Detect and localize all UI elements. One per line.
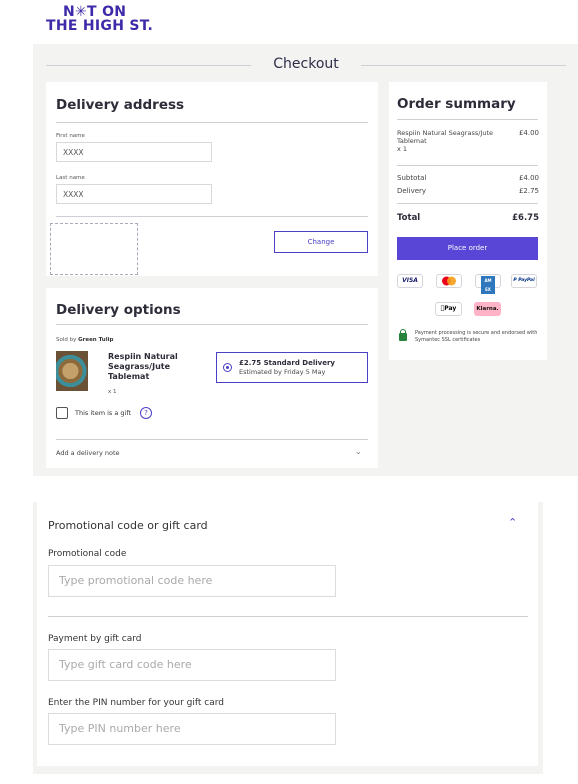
divider xyxy=(397,119,538,120)
delivery-row: Delivery £2.75 xyxy=(397,187,539,195)
promo-background: Promotional code or gift card ⌃ Promotio… xyxy=(33,502,543,774)
delivery-radio-selected[interactable] xyxy=(223,363,232,372)
address-placeholder xyxy=(50,223,138,275)
promo-code-input[interactable]: Type promotional code here xyxy=(48,565,336,597)
apple-pay-logo: Pay xyxy=(435,302,462,316)
gift-card-input[interactable]: Type gift card code here xyxy=(48,649,336,681)
promo-card: Promotional code or gift card ⌃ Promotio… xyxy=(37,502,538,766)
first-name-label: First name xyxy=(56,133,85,139)
mastercard-icon xyxy=(442,276,456,286)
amex-mark: AM EX xyxy=(481,276,495,294)
delivery-option-title: £2.75 Standard Delivery xyxy=(239,359,335,367)
divider xyxy=(56,122,368,123)
order-summary-heading: Order summary xyxy=(397,96,516,112)
total-row: Total £6.75 xyxy=(397,213,539,223)
subtotal-value: £4.00 xyxy=(518,174,539,182)
divider xyxy=(397,165,538,166)
subtotal-label: Subtotal xyxy=(397,174,427,182)
promo-code-label: Promotional code xyxy=(48,549,127,559)
place-order-button[interactable]: Place order xyxy=(397,237,538,260)
lock-icon xyxy=(399,329,407,341)
product-name[interactable]: Respiin Natural Seagrass/Jute Tablemat xyxy=(108,352,188,382)
klarna-logo: Klarna. xyxy=(474,302,501,316)
delivery-value: £2.75 xyxy=(518,187,539,195)
first-name-field[interactable]: XXXX xyxy=(56,142,212,162)
product-quantity: x 1 xyxy=(108,389,117,395)
delivery-options-heading: Delivery options xyxy=(56,302,181,318)
delivery-address-heading: Delivery address xyxy=(56,97,185,113)
paypal-logo: P PayPal xyxy=(511,274,537,288)
logo-line-1: N✳T ON xyxy=(63,4,127,20)
subtotal-row: Subtotal £4.00 xyxy=(397,174,539,182)
summary-item-qty: x 1 xyxy=(397,145,408,153)
divider xyxy=(56,324,368,325)
divider xyxy=(48,616,528,617)
order-summary-card: Order summary Respiin Natural Seagrass/J… xyxy=(389,82,547,360)
seller-name[interactable]: Green Tulip xyxy=(78,337,113,343)
change-address-button[interactable]: Change xyxy=(274,231,368,253)
amex-logo: AM EX xyxy=(475,274,501,294)
summary-item-price: £4.00 xyxy=(518,129,539,137)
site-logo[interactable]: N✳T ON THE HIGH ST. xyxy=(46,5,156,33)
page-title: Checkout xyxy=(273,56,339,72)
product-image[interactable] xyxy=(56,351,88,391)
secure-payment-text: Payment processing is secure and endorse… xyxy=(415,330,538,343)
last-name-label: Last name xyxy=(56,175,85,181)
summary-item-title: Respiin Natural Seagrass/Jute Tablemat xyxy=(397,129,494,145)
sold-by-text: Sold by Green Tulip xyxy=(56,337,113,343)
chevron-down-icon[interactable]: ⌄ xyxy=(355,447,362,456)
pin-input[interactable]: Type PIN number here xyxy=(48,713,336,745)
delivery-options-card: Delivery options Sold by Green Tulip Res… xyxy=(46,288,378,468)
delivery-option-estimate: Estimated by Friday 5 May xyxy=(239,368,326,376)
visa-logo: VISA xyxy=(397,274,423,288)
delivery-address-card: Delivery address First name XXXX Last na… xyxy=(46,82,378,276)
help-icon[interactable]: ? xyxy=(140,407,152,419)
logo-line-2: THE HIGH ST. xyxy=(46,18,154,34)
page-title-row: Checkout xyxy=(46,56,566,74)
standard-delivery-option[interactable]: £2.75 Standard Delivery Estimated by Fri… xyxy=(216,352,368,383)
pin-label: Enter the PIN number for your gift card xyxy=(48,698,224,708)
gift-checkbox[interactable] xyxy=(56,407,68,419)
divider xyxy=(397,203,538,204)
gift-card-label: Payment by gift card xyxy=(48,634,142,644)
chevron-up-icon[interactable]: ⌃ xyxy=(508,516,517,529)
divider xyxy=(56,439,368,440)
summary-item-name: Respiin Natural Seagrass/Jute Tablemat x… xyxy=(397,129,497,153)
total-label: Total xyxy=(397,213,421,223)
delivery-note-toggle[interactable]: Add a delivery note xyxy=(56,449,120,457)
mastercard-logo xyxy=(436,274,462,288)
sold-by-prefix: Sold by xyxy=(56,337,77,343)
gift-checkbox-label[interactable]: This item is a gift xyxy=(75,409,131,417)
delivery-label: Delivery xyxy=(397,187,427,195)
total-value: £6.75 xyxy=(512,213,539,223)
title-divider-right xyxy=(361,65,566,66)
divider xyxy=(56,216,368,217)
last-name-field[interactable]: XXXX xyxy=(56,184,212,204)
promo-section-title[interactable]: Promotional code or gift card xyxy=(48,519,208,532)
